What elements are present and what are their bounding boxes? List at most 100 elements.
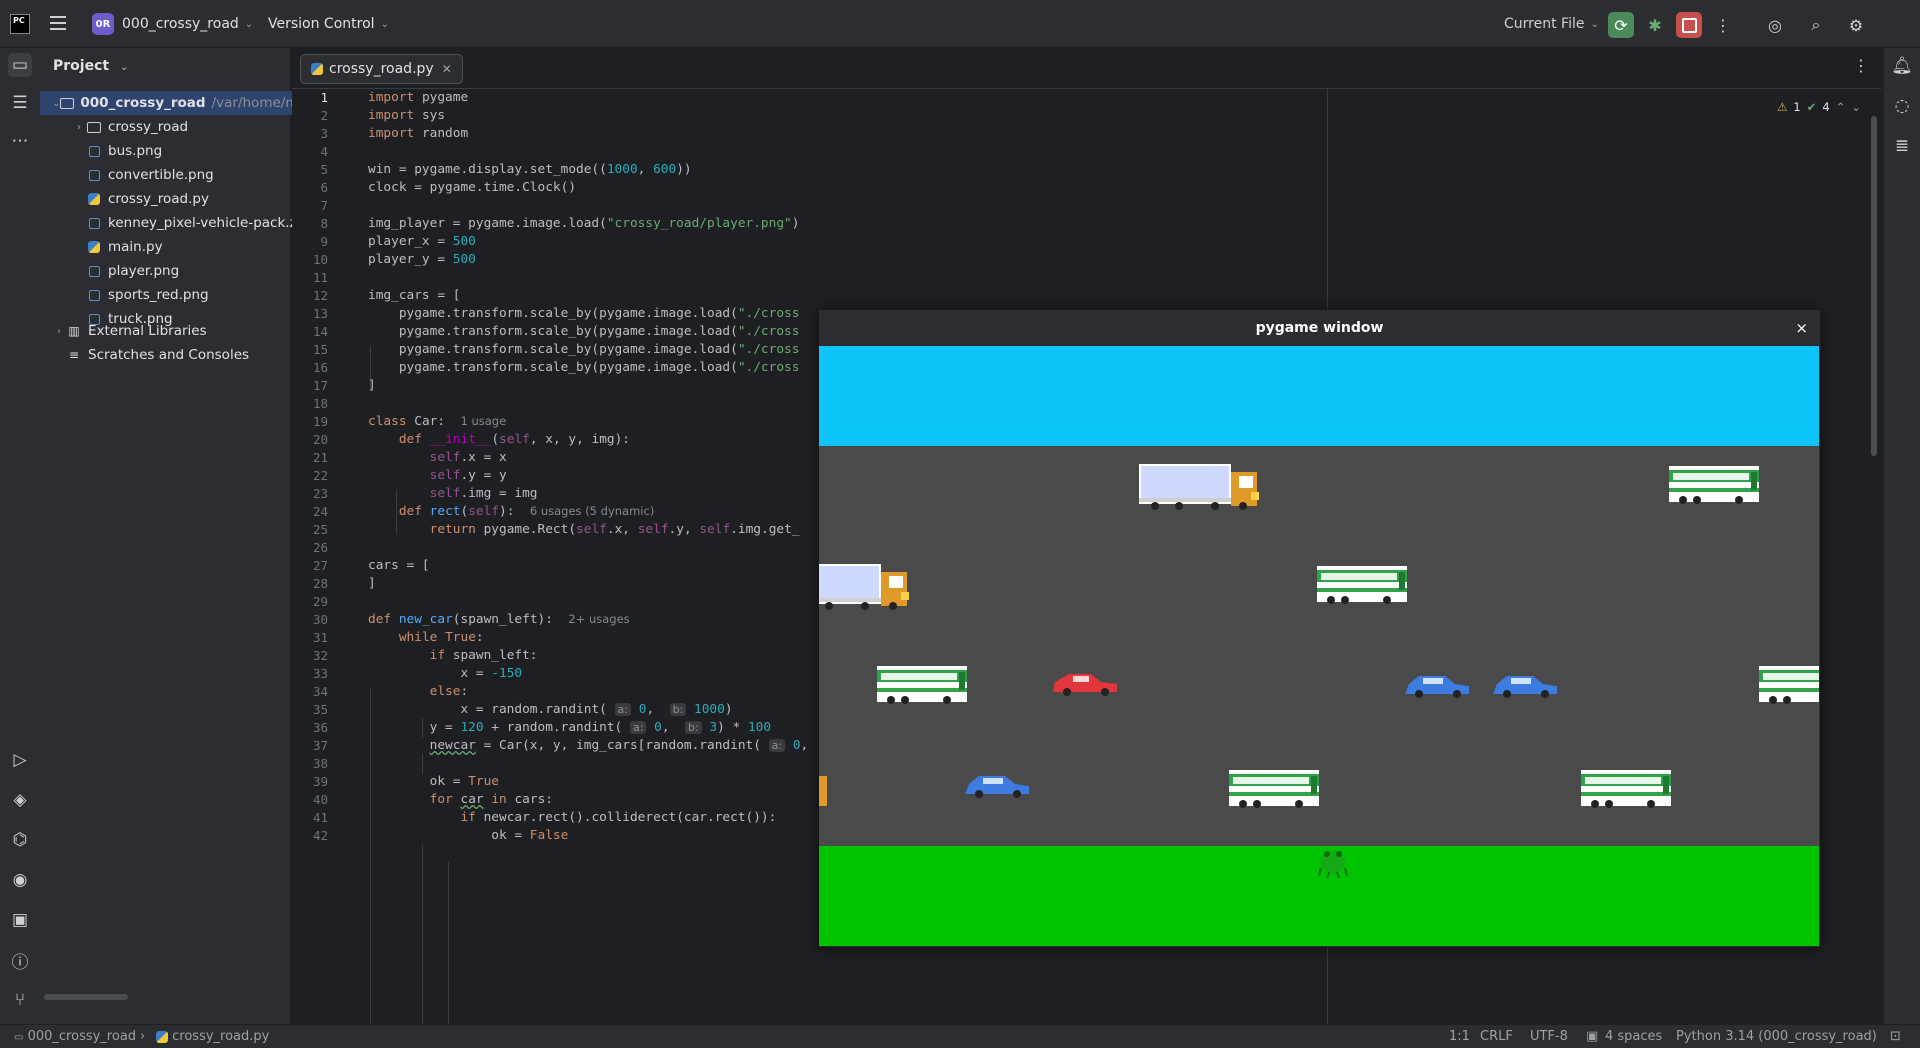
param-hint: b: [684, 721, 702, 734]
param-hint: b: [669, 703, 687, 716]
line-number: 41 [312, 810, 328, 825]
run-icon[interactable]: ▷ [8, 748, 32, 772]
line-number: 14 [312, 324, 328, 339]
prev-highlight-icon[interactable]: ⌃ [1836, 100, 1846, 114]
line-separator[interactable]: CRLF [1480, 1029, 1513, 1044]
tab-options-icon[interactable]: ⋮ [1853, 56, 1869, 75]
right-tool-window-bar: 🔔︎ ◌ ≣ [1884, 48, 1920, 1024]
stop-button[interactable] [1676, 12, 1702, 38]
ai-chat-icon[interactable]: ◌ [1890, 94, 1914, 118]
tree-item-label: kenney_pixel-vehicle-pack.z [108, 215, 297, 231]
editor-scrollbar[interactable] [1871, 116, 1877, 456]
line-number: 1 [320, 90, 328, 105]
rerun-button[interactable]: ⟳ [1608, 12, 1634, 38]
python-console-icon[interactable]: ⌬ [8, 828, 32, 852]
run-config-selector[interactable]: Current File ⌄ [1504, 0, 1599, 48]
line-number: 8 [320, 216, 328, 231]
more-tools-icon[interactable]: ⋯ [8, 129, 32, 153]
tree-item-label: player.png [108, 263, 180, 279]
app-logo-icon: PC [10, 14, 30, 34]
usage-hint[interactable]: 1 usage [460, 414, 506, 428]
line-number: 20 [312, 432, 328, 447]
close-window-icon[interactable]: × [1795, 310, 1808, 346]
code-line-23: self.img = img [429, 486, 538, 501]
expand-arrow-icon[interactable]: › [72, 122, 86, 133]
blue-car-vehicle [1405, 676, 1469, 698]
python-interpreter[interactable]: Python 3.14 (000_crossy_road) [1676, 1029, 1877, 1044]
breadcrumb-file[interactable]: crossy_road.py [156, 1029, 269, 1044]
main-menu-icon[interactable] [50, 16, 66, 30]
line-number: 23 [312, 486, 328, 501]
line-number: 33 [312, 666, 328, 681]
readonly-lock-icon[interactable]: ⊡ [1890, 1029, 1901, 1044]
project-folder-icon[interactable]: ▭ [8, 53, 32, 77]
horizontal-scrollbar[interactable] [44, 994, 128, 1000]
tab-crossy-road-py[interactable]: crossy_road.py ✕ [300, 54, 463, 84]
project-panel-header[interactable]: Project ⌄ [53, 58, 128, 74]
line-number: 42 [312, 828, 328, 843]
bus-vehicle [1581, 770, 1671, 808]
pygame-window[interactable]: pygame window × [819, 310, 1820, 947]
problems-icon[interactable]: ⓘ [8, 948, 32, 973]
param-hint: a: [629, 721, 647, 734]
tree-root-path: /var/home/ma [211, 95, 302, 111]
line-number: 29 [312, 594, 328, 609]
more-actions-icon[interactable]: ⋮ [1710, 12, 1736, 38]
tree-scratches[interactable]: ≡ Scratches and Consoles [40, 343, 316, 367]
caret-position[interactable]: 1:1 [1449, 1029, 1470, 1044]
python-file-icon [86, 240, 102, 254]
line-number: 21 [312, 450, 328, 465]
line-number: 7 [320, 198, 328, 213]
search-icon[interactable]: ⌕ [1803, 12, 1829, 38]
code-line-41: if newcar.rect().colliderect(car.rect())… [460, 810, 777, 825]
settings-gear-icon[interactable]: ⚙ [1843, 12, 1869, 38]
ai-assistant-icon[interactable]: ◎ [1762, 12, 1788, 38]
code-line-13: pygame.transform.scale_by(pygame.image.l… [368, 306, 800, 321]
indent-setting[interactable]: 4 spaces [1605, 1029, 1662, 1044]
line-number: 22 [312, 468, 328, 483]
game-canvas[interactable] [819, 346, 1819, 946]
expand-arrow-icon[interactable]: › [52, 326, 66, 337]
scratches-icon: ≡ [68, 348, 80, 362]
line-number: 27 [312, 558, 328, 573]
python-packages-icon[interactable]: ◈ [8, 788, 32, 812]
tab-label: crossy_road.py [329, 61, 434, 77]
tree-item-label: bus.png [108, 143, 163, 159]
image-file-icon [86, 264, 102, 278]
truck-vehicle [819, 564, 909, 610]
image-file-icon [86, 288, 102, 302]
tree-item[interactable]: › crossy_road [40, 115, 322, 139]
bus-vehicle [1669, 466, 1759, 504]
terminal-icon[interactable]: ▣ [8, 908, 32, 932]
line-number: 11 [312, 270, 328, 285]
structure-icon[interactable]: ☰ [8, 91, 32, 115]
code-line-21: self.x = x [429, 450, 507, 465]
next-highlight-icon[interactable]: ⌄ [1851, 100, 1861, 114]
tree-item-label: crossy_road.py [108, 191, 209, 207]
project-switcher[interactable]: 0R 000_crossy_road ⌄ [92, 0, 253, 48]
code-line-17: ] [368, 378, 376, 393]
chevron-down-icon: ⌄ [244, 18, 254, 30]
close-tab-icon[interactable]: ✕ [442, 62, 452, 76]
code-line-28: ] [368, 576, 376, 591]
notifications-bell-icon[interactable]: 🔔︎ [1890, 54, 1914, 78]
services-icon[interactable]: ◉ [8, 868, 32, 892]
code-line-12: img_cars = [ [368, 288, 461, 303]
vcs-menu[interactable]: Version Control ⌄ [268, 0, 389, 48]
line-number: 26 [312, 540, 328, 555]
breadcrumb-project[interactable]: ▭ 000_crossy_road [14, 1029, 136, 1044]
inspection-widget[interactable]: ⚠ 1 ✔ 4 ⌃ ⌄ [1777, 100, 1861, 114]
usage-hint[interactable]: 2+ usages [568, 612, 629, 626]
database-icon[interactable]: ≣ [1890, 134, 1914, 158]
tree-external-libraries[interactable]: › ▥ External Libraries [40, 319, 302, 343]
debug-icon[interactable]: ✱ [1642, 12, 1668, 38]
file-encoding[interactable]: UTF-8 [1530, 1029, 1568, 1044]
line-number: 28 [312, 576, 328, 591]
git-icon[interactable]: ⑂ [8, 988, 32, 1012]
code-line-22: self.y = y [429, 468, 507, 483]
code-line-36: y = 120 + random.randint( a: 0, b: 3) * … [368, 720, 772, 735]
status-bar: ▭ 000_crossy_road › crossy_road.py 1:1 C… [0, 1024, 1920, 1048]
tree-root[interactable]: ⌄ 000_crossy_road /var/home/ma [40, 91, 302, 115]
expand-arrow-icon[interactable]: ⌄ [52, 98, 60, 109]
usage-hint[interactable]: 6 usages (5 dynamic) [530, 504, 654, 518]
